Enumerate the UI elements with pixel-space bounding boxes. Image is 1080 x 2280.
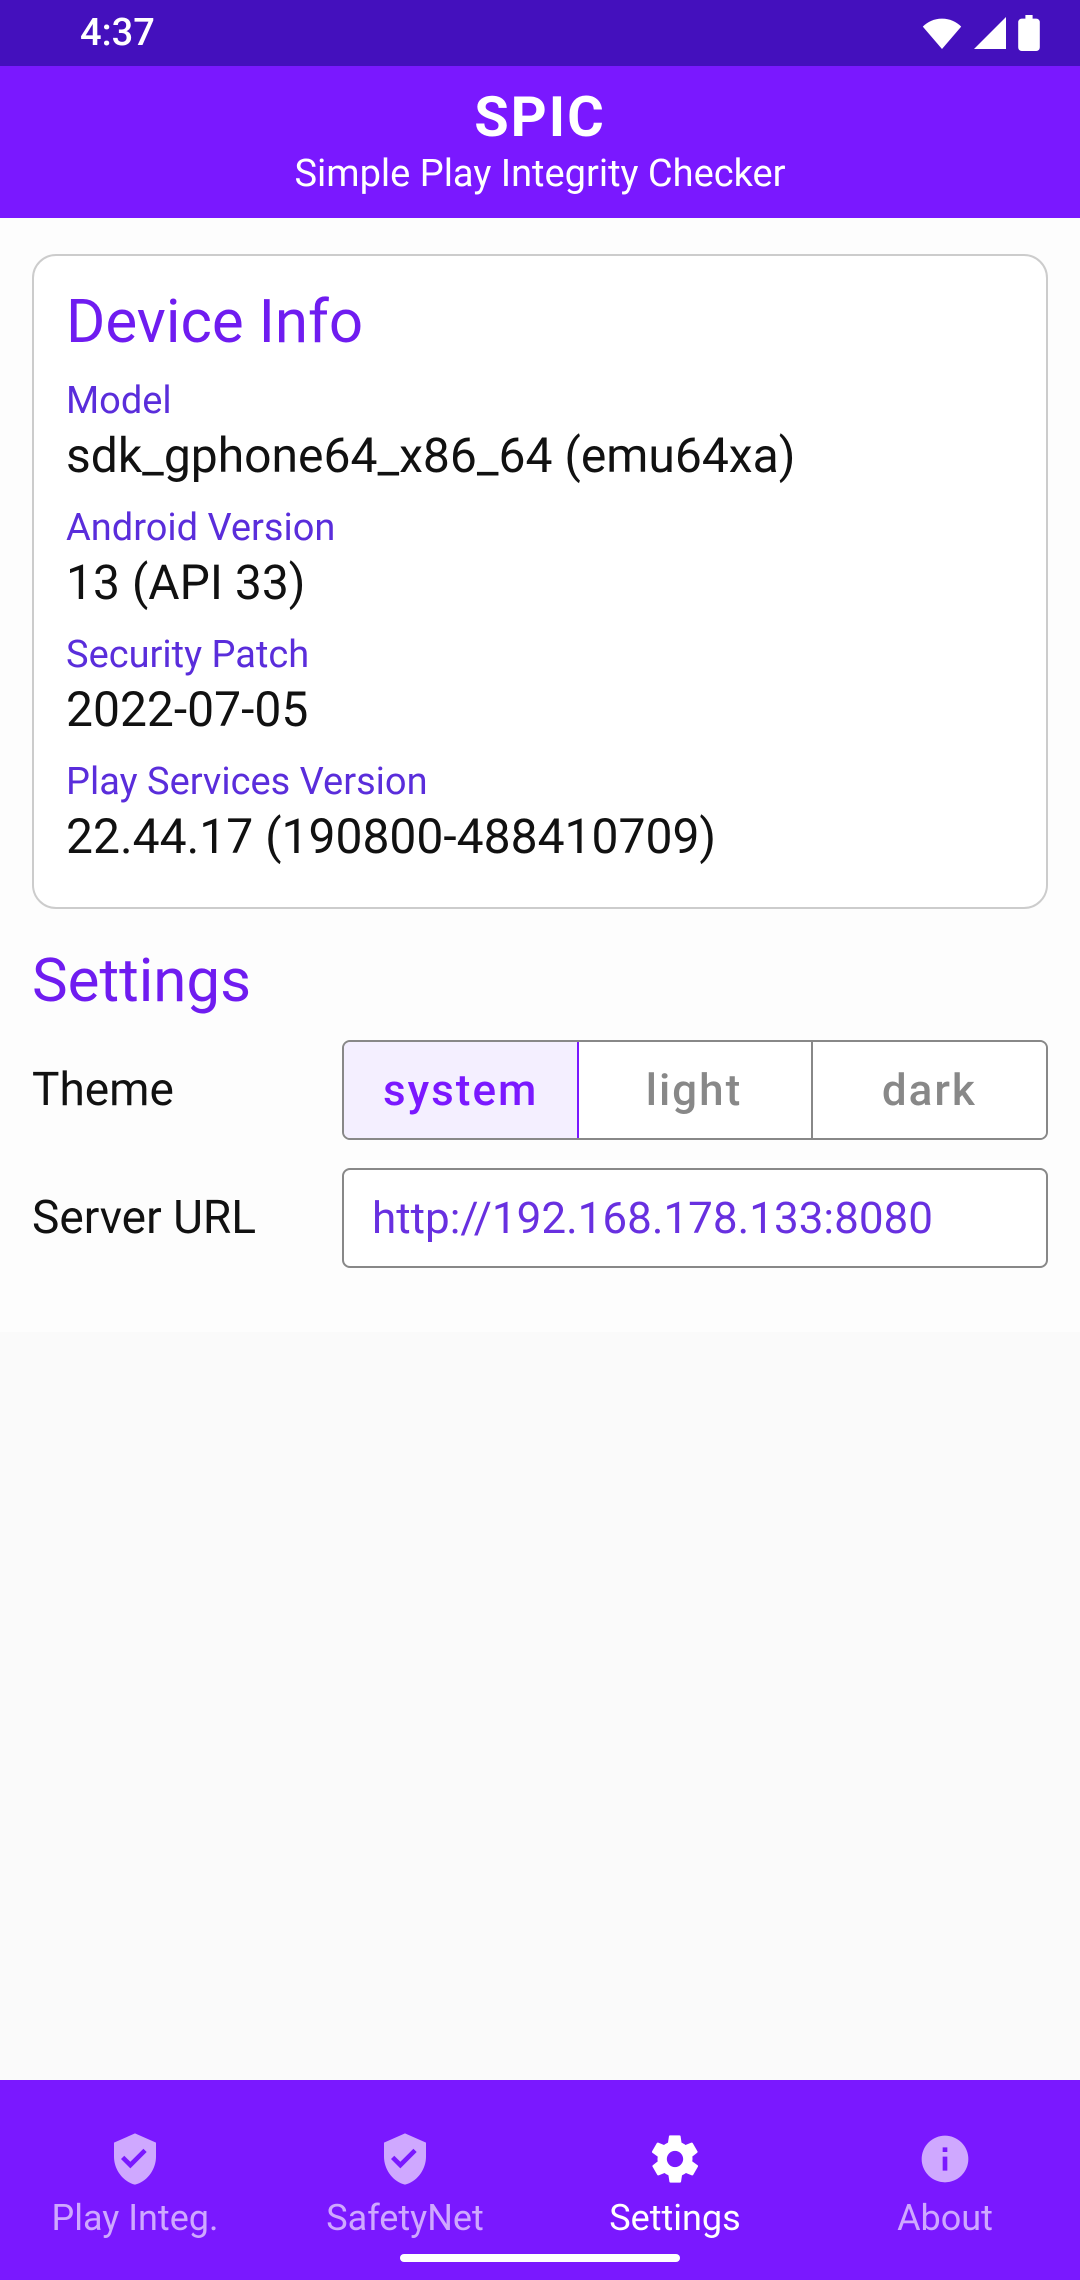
theme-label: Theme (32, 1063, 342, 1117)
server-url-label: Server URL (32, 1191, 342, 1245)
info-value: 2022-07-05 (66, 681, 1014, 738)
info-value: sdk_gphone64_x86_64 (emu64xa) (66, 427, 1014, 484)
device-info-security-patch: Security Patch 2022-07-05 (66, 633, 1014, 738)
gear-icon (645, 2129, 705, 2189)
app-title: SPIC (0, 84, 1080, 150)
device-info-play-services: Play Services Version 22.44.17 (190800-4… (66, 760, 1014, 865)
theme-option-light[interactable]: light (577, 1042, 812, 1138)
content-area: Device Info Model sdk_gphone64_x86_64 (e… (0, 218, 1080, 1332)
nav-safetynet[interactable]: SafetyNet (270, 2080, 540, 2280)
theme-setting-row: Theme system light dark (32, 1040, 1048, 1140)
server-url-setting-row: Server URL (32, 1168, 1048, 1268)
signal-icon (972, 17, 1008, 49)
battery-icon (1018, 15, 1040, 51)
shield-check-icon (105, 2129, 165, 2189)
info-label: Play Services Version (66, 760, 1014, 804)
info-value: 22.44.17 (190800-488410709) (66, 808, 1014, 865)
nav-label: Settings (609, 2197, 740, 2239)
device-info-title: Device Info (66, 286, 1014, 357)
device-info-card: Device Info Model sdk_gphone64_x86_64 (e… (32, 254, 1048, 909)
nav-label: About (897, 2197, 993, 2239)
app-subtitle: Simple Play Integrity Checker (0, 152, 1080, 196)
bottom-navigation: Play Integ. SafetyNet Settings About (0, 2080, 1080, 2280)
nav-label: Play Integ. (52, 2197, 219, 2239)
app-header: SPIC Simple Play Integrity Checker (0, 66, 1080, 218)
theme-segmented-control: system light dark (342, 1040, 1048, 1140)
status-bar: 4:37 (0, 0, 1080, 66)
info-value: 13 (API 33) (66, 554, 1014, 611)
shield-check-outline-icon (375, 2129, 435, 2189)
info-label: Android Version (66, 506, 1014, 550)
device-info-model: Model sdk_gphone64_x86_64 (emu64xa) (66, 379, 1014, 484)
nav-settings[interactable]: Settings (540, 2080, 810, 2280)
nav-label: SafetyNet (326, 2197, 484, 2239)
theme-option-system[interactable]: system (342, 1040, 579, 1140)
status-time: 4:37 (40, 11, 155, 55)
info-label: Model (66, 379, 1014, 423)
device-info-android-version: Android Version 13 (API 33) (66, 506, 1014, 611)
home-indicator[interactable] (400, 2254, 680, 2262)
wifi-icon (922, 17, 962, 49)
info-icon (915, 2129, 975, 2189)
theme-option-dark[interactable]: dark (813, 1042, 1046, 1138)
status-icons (922, 15, 1040, 51)
server-url-input[interactable] (342, 1168, 1048, 1268)
nav-play-integrity[interactable]: Play Integ. (0, 2080, 270, 2280)
nav-about[interactable]: About (810, 2080, 1080, 2280)
info-label: Security Patch (66, 633, 1014, 677)
settings-title: Settings (32, 945, 1048, 1016)
